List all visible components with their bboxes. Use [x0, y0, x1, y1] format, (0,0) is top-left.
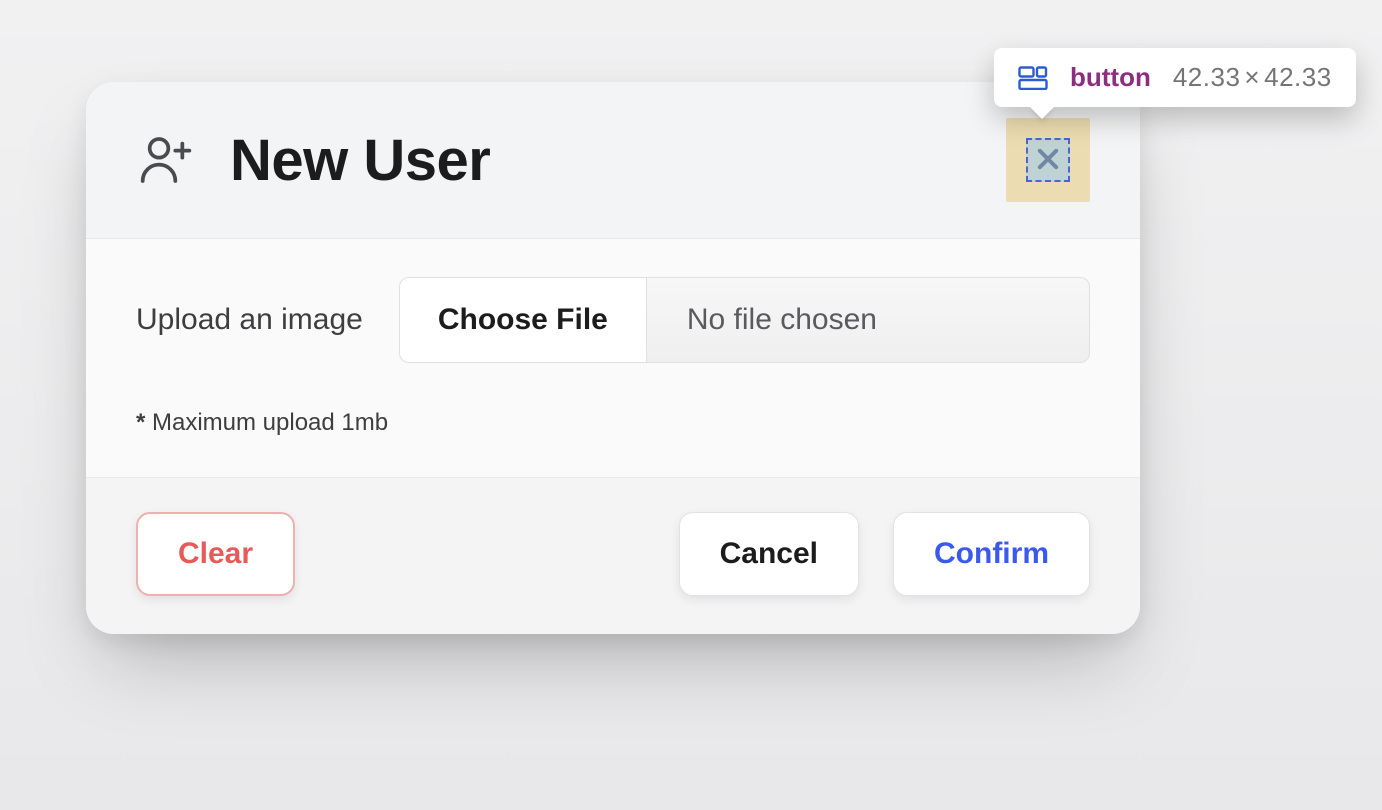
upload-hint: * Maximum upload 1mb	[136, 409, 1090, 437]
close-button[interactable]	[1026, 138, 1070, 182]
upload-image-label: Upload an image	[136, 303, 363, 337]
close-icon	[1034, 145, 1062, 176]
confirm-button[interactable]: Confirm	[893, 512, 1090, 596]
tooltip-height: 42.33	[1264, 62, 1332, 92]
file-input[interactable]: Choose File No file chosen	[399, 277, 1090, 363]
cancel-button[interactable]: Cancel	[679, 512, 859, 596]
footer-actions: Cancel Confirm	[679, 512, 1090, 596]
file-status-text: No file chosen	[647, 278, 917, 362]
add-user-icon	[136, 132, 196, 188]
hint-asterisk: *	[136, 409, 145, 436]
tooltip-times: ×	[1240, 62, 1264, 92]
grid-icon	[1018, 66, 1048, 90]
devtools-element-tooltip: button 42.33×42.33	[994, 48, 1356, 107]
dialog-footer: Clear Cancel Confirm	[86, 477, 1140, 634]
choose-file-button[interactable]: Choose File	[400, 278, 647, 362]
tooltip-width: 42.33	[1173, 62, 1241, 92]
header-left: New User	[136, 127, 490, 194]
close-button-highlight-region	[1006, 118, 1090, 202]
tooltip-element-tag: button	[1070, 62, 1151, 93]
clear-button[interactable]: Clear	[136, 512, 295, 596]
hint-text: Maximum upload 1mb	[145, 409, 388, 436]
dialog-header: New User	[86, 82, 1140, 239]
new-user-dialog: New User Upload an image Choose File No …	[86, 82, 1140, 634]
dialog-body: Upload an image Choose File No file chos…	[86, 239, 1140, 477]
dialog-title: New User	[230, 127, 490, 194]
upload-row: Upload an image Choose File No file chos…	[136, 277, 1090, 363]
tooltip-element-size: 42.33×42.33	[1173, 62, 1332, 93]
